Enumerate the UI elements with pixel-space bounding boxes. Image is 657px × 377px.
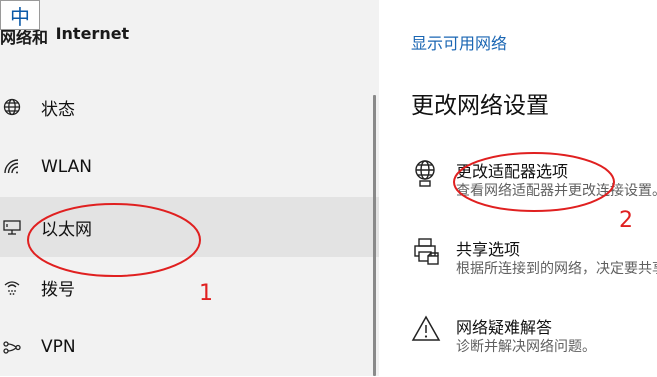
ethernet-icon: [2, 217, 22, 237]
vpn-icon: [2, 337, 22, 357]
globe-icon: [2, 97, 22, 117]
option-description: 诊断并解决网络问题。: [456, 339, 596, 355]
section-title: 更改网络设置: [411, 93, 549, 119]
sidebar: 网络和 Internet 状态 WLAN 以太网 拨号 VPN: [0, 0, 379, 376]
sidebar-item-wlan[interactable]: WLAN: [0, 137, 379, 197]
adapter-globe-icon: [411, 158, 441, 188]
annotation-number-2: 2: [619, 208, 633, 233]
sidebar-scrollbar[interactable]: [373, 95, 376, 376]
sidebar-item-dialup[interactable]: 拨号: [0, 257, 379, 317]
ime-label: 中: [10, 4, 30, 29]
option-title: 网络疑难解答: [456, 318, 553, 337]
sidebar-item-label: 拨号: [41, 279, 75, 300]
sidebar-item-label: 状态: [41, 99, 75, 120]
sidebar-item-label: 以太网: [41, 219, 92, 240]
sidebar-item-status[interactable]: 状态: [0, 77, 379, 137]
option-title: 共享选项: [456, 240, 521, 259]
network-troubleshooter[interactable]: 网络疑难解答 诊断并解决网络问题。: [411, 314, 657, 368]
annotation-number-1: 1: [199, 281, 213, 306]
warning-triangle-icon: [411, 314, 441, 344]
sidebar-item-ethernet[interactable]: 以太网: [0, 197, 379, 257]
sharing-printer-icon: [411, 236, 441, 266]
change-adapter-options[interactable]: 更改适配器选项 查看网络适配器并更改连接设置。: [411, 158, 657, 212]
ime-indicator[interactable]: 中: [0, 0, 40, 30]
sidebar-header-text: Internet: [55, 24, 130, 43]
option-description: 根据所连接到的网络，决定要共享的内容。: [456, 261, 657, 277]
sidebar-item-vpn[interactable]: VPN: [0, 317, 379, 377]
option-title: 更改适配器选项: [456, 162, 569, 181]
option-description: 查看网络适配器并更改连接设置。: [456, 183, 657, 199]
show-available-networks-link[interactable]: 显示可用网络: [411, 30, 507, 54]
sidebar-item-label: WLAN: [41, 157, 93, 177]
sidebar-item-label: VPN: [41, 337, 76, 357]
dialup-icon: [2, 277, 22, 297]
sharing-options[interactable]: 共享选项 根据所连接到的网络，决定要共享的内容。: [411, 236, 657, 290]
wifi-icon: [2, 157, 22, 177]
main-panel: 显示可用网络 更改网络设置 更改适配器选项 查看网络适配器并更改连接设置。 共享…: [379, 0, 657, 376]
